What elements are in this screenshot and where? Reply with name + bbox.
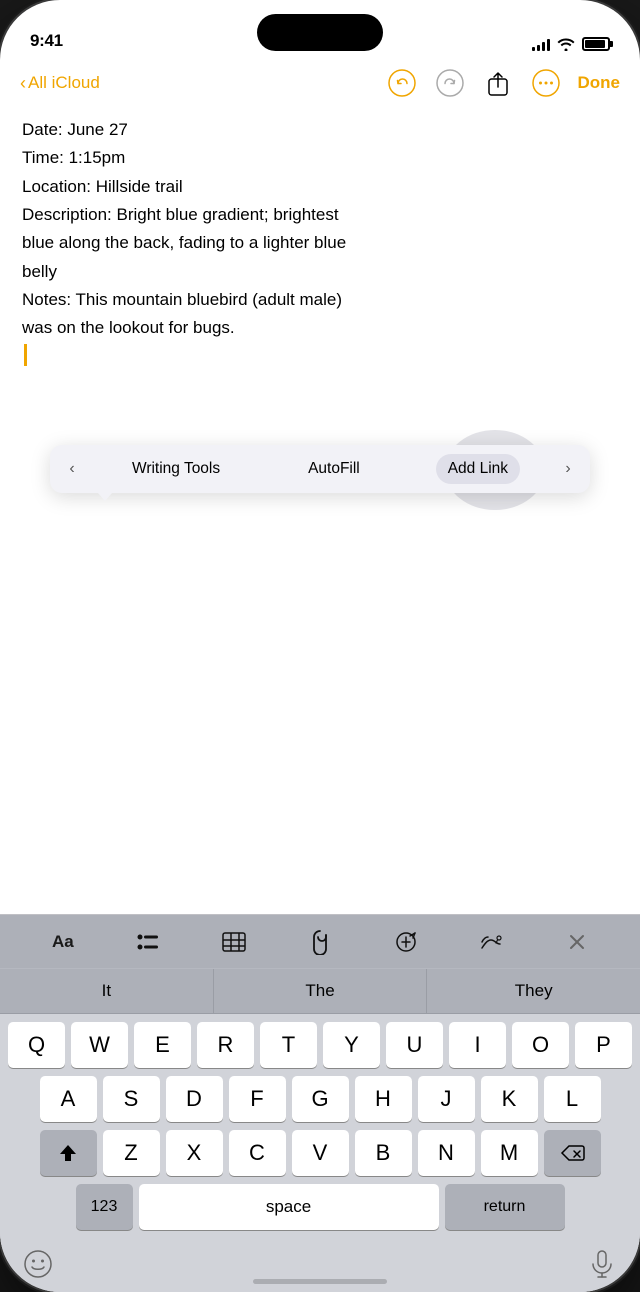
undo-button[interactable] [386, 67, 418, 99]
emoji-button[interactable] [18, 1246, 58, 1282]
key-r[interactable]: R [197, 1022, 254, 1068]
key-y[interactable]: Y [323, 1022, 380, 1068]
text-cursor [24, 344, 27, 366]
dictation-button[interactable] [582, 1246, 622, 1282]
back-label: All iCloud [28, 73, 100, 93]
note-line-2: Time: 1:15pm [22, 145, 618, 171]
key-q[interactable]: Q [8, 1022, 65, 1068]
return-key[interactable]: return [445, 1184, 565, 1230]
list-format-button[interactable] [130, 923, 168, 961]
markup-button[interactable] [387, 923, 425, 961]
close-keyboard-button[interactable] [558, 923, 596, 961]
note-line-1: Date: June 27 [22, 117, 618, 143]
add-link-button[interactable]: Add Link [436, 454, 520, 484]
predictive-word-3[interactable]: They [427, 969, 640, 1013]
toolbar-left-arrow[interactable]: ‹ [56, 453, 88, 485]
key-row-2: A S D F G H J K L [4, 1076, 636, 1122]
key-z[interactable]: Z [103, 1130, 160, 1176]
keyboard-rows: Q W E R T Y U I O P A S D F G [0, 1014, 640, 1242]
drawing-button[interactable] [472, 923, 510, 961]
autofill-button[interactable]: AutoFill [296, 454, 372, 484]
backspace-key[interactable] [544, 1130, 601, 1176]
signal-icon [532, 37, 550, 51]
toolbar-items: Writing Tools AutoFill Add Link [88, 454, 552, 484]
attach-button[interactable] [301, 923, 339, 961]
phone-screen: 9:41 [0, 0, 640, 1292]
key-row-bottom: 123 space return [4, 1184, 636, 1230]
key-u[interactable]: U [386, 1022, 443, 1068]
key-t[interactable]: T [260, 1022, 317, 1068]
key-h[interactable]: H [355, 1076, 412, 1122]
note-line-5: blue along the back, fading to a lighter… [22, 230, 618, 256]
space-key[interactable]: space [139, 1184, 439, 1230]
key-v[interactable]: V [292, 1130, 349, 1176]
key-a[interactable]: A [40, 1076, 97, 1122]
nav-bar: ‹ All iCloud [0, 59, 640, 109]
predictive-word-2[interactable]: The [214, 969, 428, 1013]
wifi-icon [557, 37, 575, 51]
back-button[interactable]: ‹ All iCloud [20, 73, 100, 94]
key-l[interactable]: L [544, 1076, 601, 1122]
keyboard-area: Aa [0, 914, 640, 1292]
note-line-6: belly [22, 259, 618, 285]
key-row-3: Z X C V B N M [4, 1130, 636, 1176]
key-s[interactable]: S [103, 1076, 160, 1122]
key-n[interactable]: N [418, 1130, 475, 1176]
key-j[interactable]: J [418, 1076, 475, 1122]
dynamic-island [257, 14, 383, 51]
key-b[interactable]: B [355, 1130, 412, 1176]
key-m[interactable]: M [481, 1130, 538, 1176]
key-f[interactable]: F [229, 1076, 286, 1122]
key-x[interactable]: X [166, 1130, 223, 1176]
keyboard-bottom [0, 1242, 640, 1292]
writing-tools-button[interactable]: Writing Tools [120, 454, 232, 484]
done-button[interactable]: Done [578, 73, 621, 93]
note-content: Date: June 27 Time: 1:15pm Location: Hil… [0, 109, 640, 342]
key-c[interactable]: C [229, 1130, 286, 1176]
note-line-4: Description: Bright blue gradient; brigh… [22, 202, 618, 228]
shift-key[interactable] [40, 1130, 97, 1176]
predictive-bar: It The They [0, 968, 640, 1014]
home-indicator [253, 1279, 387, 1284]
keyboard-toolbar: Aa [0, 914, 640, 968]
battery-icon [582, 37, 610, 51]
key-row-1: Q W E R T Y U I O P [4, 1022, 636, 1068]
numbers-key[interactable]: 123 [76, 1184, 133, 1230]
nav-icons: Done [386, 67, 621, 99]
key-d[interactable]: D [166, 1076, 223, 1122]
font-format-button[interactable]: Aa [44, 923, 82, 961]
back-arrow-icon: ‹ [20, 73, 26, 94]
status-icons [532, 37, 610, 51]
share-button[interactable] [482, 67, 514, 99]
key-g[interactable]: G [292, 1076, 349, 1122]
phone-frame: 9:41 [0, 0, 640, 1292]
table-button[interactable] [215, 923, 253, 961]
more-button[interactable] [530, 67, 562, 99]
key-i[interactable]: I [449, 1022, 506, 1068]
key-w[interactable]: W [71, 1022, 128, 1068]
key-e[interactable]: E [134, 1022, 191, 1068]
key-k[interactable]: K [481, 1076, 538, 1122]
predictive-word-1[interactable]: It [0, 969, 214, 1013]
key-p[interactable]: P [575, 1022, 632, 1068]
status-time: 9:41 [30, 31, 63, 51]
note-line-3: Location: Hillside trail [22, 174, 618, 200]
toolbar-right-arrow[interactable]: › [552, 453, 584, 485]
formatting-toolbar: ‹ Writing Tools AutoFill Add Link › [50, 445, 590, 493]
note-line-8: was on the lookout for bugs. [22, 315, 618, 341]
note-line-7: Notes: This mountain bluebird (adult mal… [22, 287, 618, 313]
redo-button[interactable] [434, 67, 466, 99]
key-o[interactable]: O [512, 1022, 569, 1068]
